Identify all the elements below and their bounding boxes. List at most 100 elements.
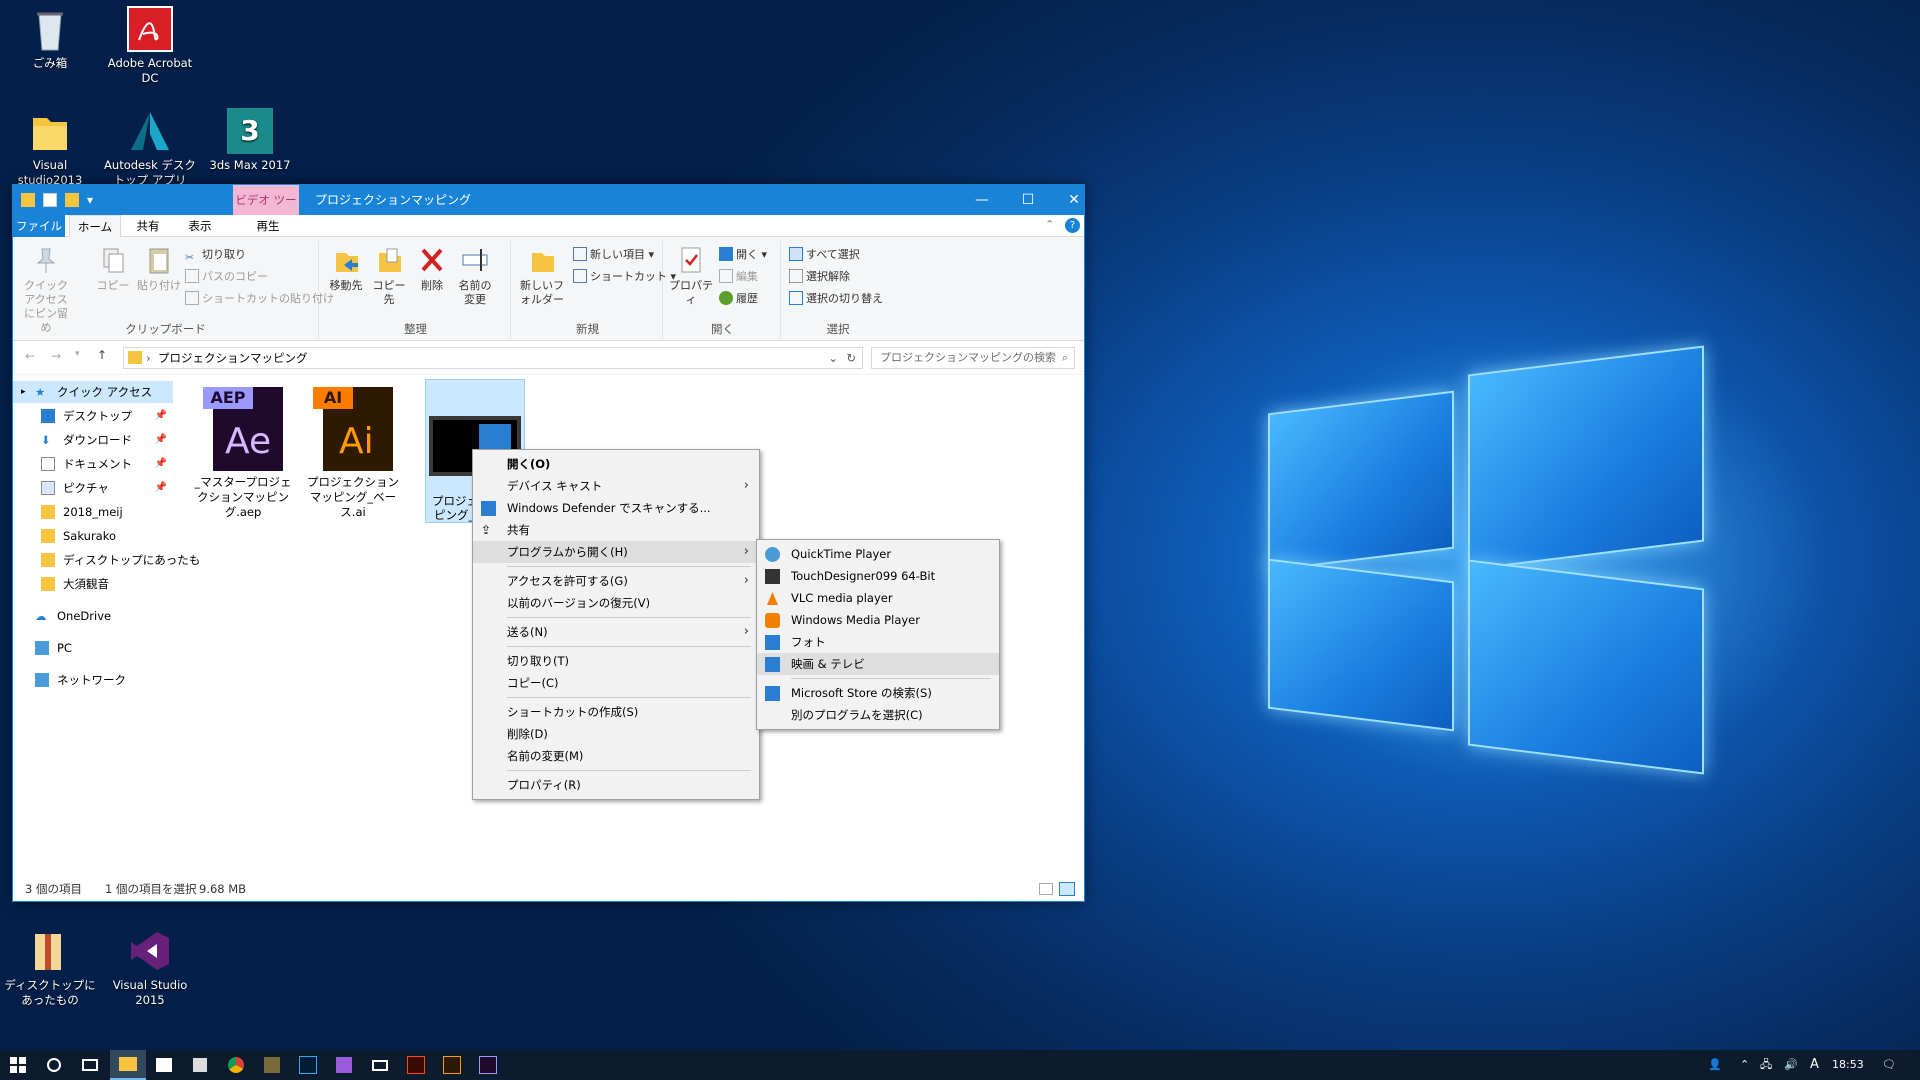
large-icons-view-icon[interactable] [1059,882,1075,896]
nav-item-desktop[interactable]: デスクトップ 📌 [13,405,173,427]
desktop-icon-visual-studio-2013[interactable]: Visual studio2013 [0,108,100,188]
nav-item-pictures[interactable]: ピクチャ 📌 [13,477,173,499]
taskbar-app[interactable] [182,1050,218,1080]
menu-item-delete[interactable]: 削除(D) [473,723,759,745]
cut-button[interactable]: ✂ 切り取り [185,245,246,265]
paste-shortcut-button[interactable]: ショートカットの貼り付け [185,289,334,309]
menu-item-share[interactable]: ⇪ 共有 [473,519,759,541]
file-item-aep[interactable]: AEP Ae _マスタープロジェクションマッピング.aep [193,387,293,520]
submenu-item-touchdesigner[interactable]: TouchDesigner099 64-Bit [757,565,999,587]
tab-file[interactable]: ファイル [13,215,65,237]
up-icon[interactable]: ↑ [97,348,107,362]
submenu-item-quicktime[interactable]: QuickTime Player [757,543,999,565]
menu-item-cut[interactable]: 切り取り(T) [473,650,759,672]
menu-item-rename[interactable]: 名前の変更(M) [473,745,759,767]
select-none-button[interactable]: 選択解除 [789,267,850,287]
maximize-button[interactable]: ☐ [1005,185,1051,215]
submenu-item-store-search[interactable]: Microsoft Store の検索(S) [757,682,999,704]
rename-button[interactable]: 名前の変更 [455,245,495,307]
task-view-button[interactable] [72,1050,108,1080]
close-button[interactable]: ✕ [1051,185,1097,215]
open-button[interactable]: 開く ▾ [719,245,767,265]
properties-button[interactable]: プロパティ [667,245,715,307]
taskbar-file-explorer[interactable] [110,1050,146,1080]
desktop-icon-autodesk[interactable]: Autodesk デスクトップ アプリ [100,108,200,188]
nav-item-pc[interactable]: PC [13,637,173,659]
nav-item-folder[interactable]: ディスクトップにあったも [13,549,200,571]
menu-item-create-shortcut[interactable]: ショートカットの作成(S) [473,701,759,723]
recent-chevron-icon[interactable]: ▾ [75,349,80,359]
menu-item-defender-scan[interactable]: Windows Defender でスキャンする... [473,497,759,519]
taskbar-app[interactable] [254,1050,290,1080]
details-view-icon[interactable] [1039,883,1053,895]
tab-view[interactable]: 表示 [175,215,225,237]
submenu-item-vlc[interactable]: VLC media player [757,587,999,609]
invert-selection-button[interactable]: 選択の切り替え [789,289,883,309]
menu-item-send-to[interactable]: 送る(N) › [473,621,759,643]
people-icon[interactable]: 👤 [1708,1050,1722,1080]
cortana-button[interactable] [36,1050,72,1080]
nav-item-onedrive[interactable]: ☁ OneDrive [13,605,173,627]
menu-item-properties[interactable]: プロパティ(R) [473,774,759,796]
ime-indicator[interactable]: A [1810,1050,1819,1080]
copy-to-button[interactable]: コピー先 [369,245,409,307]
desktop-icon-visual-studio-2015[interactable]: Visual Studio 2015 [100,928,200,1008]
delete-button[interactable]: 削除 [415,245,449,293]
search-input[interactable]: プロジェクションマッピングの検索 ⌕ [871,347,1075,369]
desktop-icon-recycle-bin[interactable]: ごみ箱 [0,6,100,71]
taskbar-after-effects[interactable] [470,1050,506,1080]
help-icon[interactable]: ? [1065,218,1080,233]
shortcut-button[interactable]: ショートカット ▾ [573,267,676,287]
tab-play[interactable]: 再生 [235,215,301,237]
nav-item-folder[interactable]: Sakurako [13,525,173,547]
show-hidden-icons[interactable]: ⌃ [1740,1050,1749,1080]
address-bar[interactable]: › プロジェクションマッピング ⌄ ↻ [123,347,863,369]
taskbar-chrome[interactable] [218,1050,254,1080]
menu-item-give-access[interactable]: アクセスを許可する(G) › [473,570,759,592]
copy-button[interactable]: コピー [95,245,131,293]
network-icon[interactable]: 🖧 [1760,1050,1772,1080]
paste-button[interactable]: 貼り付け [137,245,181,293]
properties-icon[interactable] [43,193,57,207]
menu-item-copy[interactable]: コピー(C) [473,672,759,694]
tab-home[interactable]: ホーム [69,215,121,237]
select-all-button[interactable]: すべて選択 [789,245,860,265]
chevron-down-icon[interactable]: ▾ [87,193,95,207]
menu-item-open-with[interactable]: プログラムから開く(H) › [473,541,759,563]
nav-item-downloads[interactable]: ⬇ ダウンロード 📌 [13,429,173,451]
move-to-button[interactable]: 移動先 [327,245,365,293]
taskbar-illustrator[interactable] [434,1050,470,1080]
address-dropdown-icon[interactable]: ⌄ [828,348,838,368]
desktop-icon-acrobat[interactable]: Adobe Acrobat DC [100,6,200,86]
minimize-button[interactable]: — [959,185,1005,215]
clock[interactable]: 18:53 [1832,1050,1864,1080]
nav-item-documents[interactable]: ドキュメント 📌 [13,453,173,475]
nav-item-network[interactable]: ネットワーク [13,669,173,691]
forward-icon[interactable]: → [51,349,61,363]
taskbar-mail[interactable] [362,1050,398,1080]
edit-button[interactable]: 編集 [719,267,758,287]
new-folder-button[interactable]: 新しいフォルダー [519,245,565,307]
folder-icon[interactable] [21,193,35,207]
collapse-ribbon-icon[interactable]: ⌃ [1045,218,1054,231]
back-icon[interactable]: ← [25,349,35,363]
new-folder-icon[interactable] [65,193,79,207]
nav-item-folder[interactable]: 2018_meij [13,501,173,523]
menu-item-open[interactable]: 開く(O) [473,453,759,475]
taskbar-animate[interactable] [398,1050,434,1080]
submenu-item-wmp[interactable]: Windows Media Player [757,609,999,631]
tab-share[interactable]: 共有 [123,215,173,237]
start-button[interactable] [0,1050,36,1080]
history-button[interactable]: 履歴 [719,289,758,309]
desktop-icon-3dsmax[interactable]: 3 3ds Max 2017 [200,108,300,173]
nav-item-quick-access[interactable]: ▸ ★ クイック アクセス [13,381,173,403]
new-item-button[interactable]: 新しい項目 ▾ [573,245,654,265]
copy-path-button[interactable]: パスのコピー [185,267,268,287]
submenu-item-photos[interactable]: フォト [757,631,999,653]
desktop-icon-zip-folder[interactable]: ディスクトップにあったもの [0,928,100,1008]
nav-item-folder[interactable]: 大須観音 [13,573,173,595]
taskbar-visual-studio[interactable] [326,1050,362,1080]
menu-item-restore-versions[interactable]: 以前のバージョンの復元(V) [473,592,759,614]
refresh-icon[interactable]: ↻ [846,348,856,368]
action-center-icon[interactable]: 🗨 [1882,1050,1896,1080]
